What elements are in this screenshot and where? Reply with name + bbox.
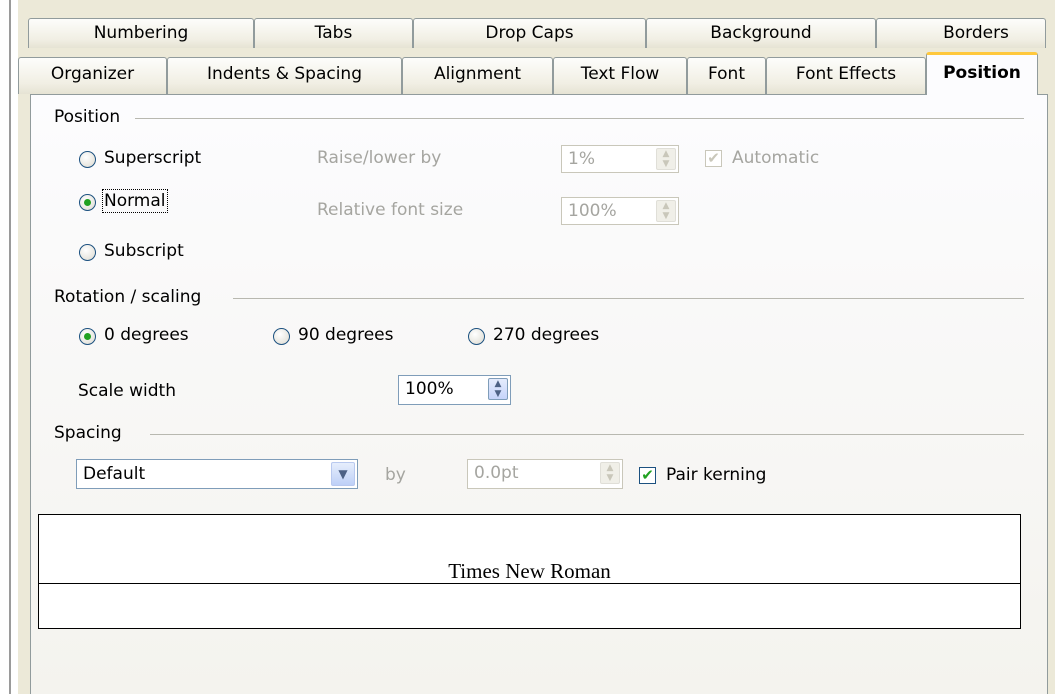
relative-font-size-label: Relative font size: [317, 200, 464, 220]
preview-text: Times New Roman: [39, 559, 1020, 584]
rotation-group-line: [233, 298, 1024, 299]
spacing-select-value: Default: [83, 464, 146, 484]
superscript-label[interactable]: Superscript: [104, 148, 201, 168]
tab-position[interactable]: Position: [926, 52, 1038, 95]
raise-lower-value: 1%: [568, 149, 595, 169]
tab-tabs[interactable]: Tabs: [254, 18, 413, 48]
tab-numbering[interactable]: Numbering: [28, 18, 254, 48]
window-edge: [0, 0, 18, 694]
tab-font[interactable]: Font: [687, 57, 766, 94]
pair-kerning-checkbox[interactable]: ✔: [639, 467, 656, 484]
position-group-line: [135, 118, 1024, 119]
automatic-checkbox[interactable]: ✔: [705, 150, 722, 167]
rotation-90-label[interactable]: 90 degrees: [298, 325, 393, 345]
superscript-radio[interactable]: [79, 151, 96, 168]
automatic-label[interactable]: Automatic: [732, 148, 819, 168]
tab-text-flow[interactable]: Text Flow: [553, 57, 687, 94]
tab-indents-spacing[interactable]: Indents & Spacing: [167, 57, 402, 94]
tab-font-effects[interactable]: Font Effects: [766, 57, 926, 94]
tab-organizer[interactable]: Organizer: [18, 57, 167, 94]
tab-borders[interactable]: Borders: [876, 18, 1046, 48]
tab-drop-caps[interactable]: Drop Caps: [413, 18, 646, 48]
rotation-270-label[interactable]: 270 degrees: [493, 325, 599, 345]
relative-font-size-spinner[interactable]: 100% ▲ ▼: [561, 197, 679, 225]
rotation-270-radio[interactable]: [468, 328, 485, 345]
spacing-group-line: [150, 434, 1024, 435]
spacing-group-label: Spacing: [54, 423, 122, 443]
spacing-select[interactable]: Default ▼: [76, 459, 358, 489]
scale-width-spinner[interactable]: 100% ▲ ▼: [398, 375, 511, 405]
by-value: 0.0pt: [474, 463, 519, 483]
pair-kerning-label[interactable]: Pair kerning: [666, 465, 766, 485]
subscript-radio[interactable]: [79, 244, 96, 261]
spin-arrows-icon[interactable]: ▲ ▼: [656, 148, 676, 170]
rotation-group-label: Rotation / scaling: [54, 287, 202, 307]
font-preview: Times New Roman: [38, 514, 1021, 629]
raise-lower-spinner[interactable]: 1% ▲ ▼: [561, 145, 679, 173]
by-label: by: [385, 465, 406, 485]
normal-radio[interactable]: [79, 194, 96, 211]
scale-width-label: Scale width: [78, 381, 176, 401]
spin-arrows-icon[interactable]: ▲ ▼: [488, 378, 508, 400]
normal-label[interactable]: Normal: [102, 189, 168, 213]
chevron-down-icon[interactable]: ▼: [331, 462, 355, 486]
rotation-0-radio[interactable]: [79, 328, 96, 345]
by-spinner[interactable]: 0.0pt ▲ ▼: [467, 459, 623, 489]
rotation-90-radio[interactable]: [273, 328, 290, 345]
position-group-label: Position: [54, 107, 121, 127]
relative-font-size-value: 100%: [568, 201, 617, 221]
rotation-0-label[interactable]: 0 degrees: [104, 325, 189, 345]
spin-arrows-icon[interactable]: ▲ ▼: [656, 200, 676, 222]
preview-sample-text: Times New Roman: [446, 559, 613, 583]
raise-lower-label: Raise/lower by: [317, 148, 442, 168]
tab-background[interactable]: Background: [646, 18, 876, 48]
subscript-label[interactable]: Subscript: [104, 241, 184, 261]
spin-arrows-icon[interactable]: ▲ ▼: [600, 462, 620, 484]
scale-width-value: 100%: [405, 379, 454, 399]
tab-alignment[interactable]: Alignment: [402, 57, 553, 94]
